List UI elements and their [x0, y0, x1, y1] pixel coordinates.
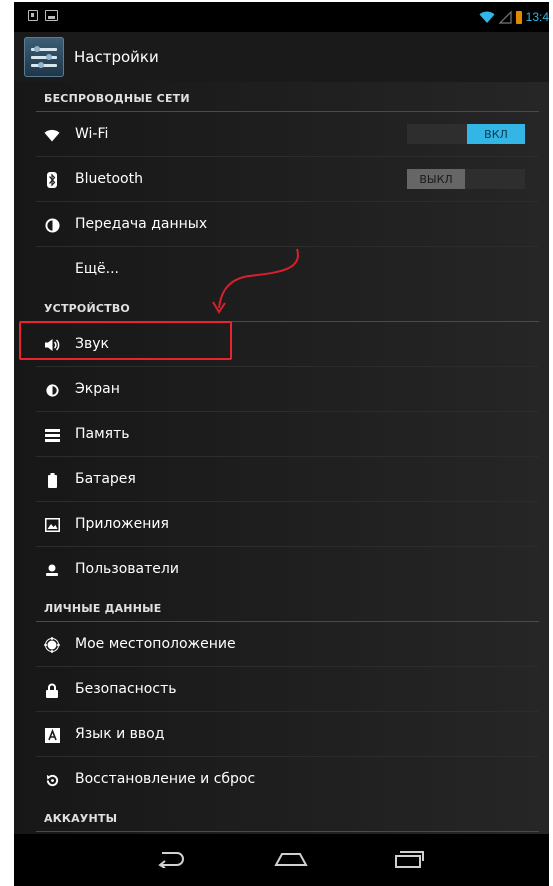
- wifi-toggle-state: ВКЛ: [467, 124, 525, 144]
- settings-item-label: Экран: [75, 381, 120, 397]
- settings-item-data-usage[interactable]: Передача данных: [14, 202, 549, 247]
- battery-icon: [515, 10, 522, 24]
- settings-item-label: Wi-Fi: [75, 126, 109, 142]
- settings-item-battery[interactable]: Батарея: [14, 457, 549, 502]
- home-button[interactable]: [274, 846, 308, 872]
- settings-item-label: Батарея: [75, 471, 136, 487]
- brightness-icon: [44, 382, 60, 398]
- settings-item-label: Мое местоположение: [75, 636, 236, 652]
- settings-item-label: Приложения: [75, 516, 169, 532]
- recent-apps-icon: [395, 851, 424, 868]
- device-screen: 13:4 Настройки БЕСПРОВОДНЫЕ СЕТИ Wi-Fi В…: [14, 2, 549, 886]
- settings-item-more[interactable]: Ещё...: [14, 247, 549, 292]
- section-header-personal: ЛИЧНЫЕ ДАННЫЕ: [14, 592, 549, 622]
- wifi-signal-icon: [479, 11, 495, 23]
- settings-item-location[interactable]: Мое местоположение: [14, 622, 549, 667]
- speaker-icon: [44, 337, 60, 353]
- settings-item-users[interactable]: Пользователи: [14, 547, 549, 592]
- battery-icon: [44, 472, 60, 488]
- settings-item-label: Безопасность: [75, 681, 177, 697]
- lock-icon: [44, 682, 60, 698]
- settings-item-backup-reset[interactable]: Восстановление и сброс: [14, 757, 549, 802]
- navigation-bar: [14, 834, 549, 886]
- settings-item-storage[interactable]: Память: [14, 412, 549, 457]
- image-icon: [45, 10, 58, 21]
- recent-apps-button[interactable]: [392, 846, 426, 872]
- location-icon: [44, 637, 60, 653]
- settings-item-label: Пользователи: [75, 561, 179, 577]
- settings-item-label: Bluetooth: [75, 171, 143, 187]
- user-icon: [44, 562, 60, 578]
- section-header-accounts: АККАУНТЫ: [14, 802, 549, 832]
- bluetooth-icon: [44, 172, 60, 188]
- wifi-toggle[interactable]: ВКЛ: [407, 124, 525, 144]
- settings-sliders-icon[interactable]: [24, 37, 64, 77]
- settings-item-label: Передача данных: [75, 216, 208, 232]
- status-indicators: 13:4: [479, 9, 549, 25]
- settings-list: БЕСПРОВОДНЫЕ СЕТИ Wi-Fi ВКЛ Bluetooth ВЫ…: [14, 82, 549, 834]
- status-bar: 13:4: [14, 2, 549, 32]
- back-button[interactable]: [154, 846, 188, 872]
- cell-signal-icon: [498, 10, 512, 24]
- language-icon: [44, 727, 60, 743]
- bluetooth-toggle[interactable]: ВЫКЛ: [407, 169, 525, 189]
- sim-card-icon: [28, 10, 38, 21]
- restore-icon: [44, 772, 60, 788]
- action-bar: Настройки: [14, 32, 549, 82]
- storage-icon: [44, 427, 60, 443]
- settings-item-label: Ещё...: [75, 261, 119, 277]
- settings-item-label: Память: [75, 426, 130, 442]
- data-usage-icon: [44, 217, 60, 233]
- wifi-icon: [44, 127, 60, 143]
- settings-item-label: Звук: [75, 336, 109, 352]
- page-title: Настройки: [74, 48, 159, 66]
- settings-item-display[interactable]: Экран: [14, 367, 549, 412]
- apps-icon: [44, 517, 60, 533]
- settings-item-security[interactable]: Безопасность: [14, 667, 549, 712]
- settings-item-sound[interactable]: Звук: [14, 322, 549, 367]
- clock: 13:4: [525, 10, 549, 24]
- back-icon: [158, 852, 184, 868]
- settings-item-label: Язык и ввод: [75, 726, 165, 742]
- settings-item-label: Восстановление и сброс: [75, 771, 256, 787]
- settings-item-apps[interactable]: Приложения: [14, 502, 549, 547]
- bluetooth-toggle-state: ВЫКЛ: [407, 169, 465, 189]
- settings-item-bluetooth[interactable]: Bluetooth ВЫКЛ: [14, 157, 549, 202]
- home-icon: [274, 853, 308, 866]
- section-header-wireless: БЕСПРОВОДНЫЕ СЕТИ: [14, 82, 549, 112]
- section-header-device: УСТРОЙСТВО: [14, 292, 549, 322]
- settings-item-language[interactable]: Язык и ввод: [14, 712, 549, 757]
- settings-item-wifi[interactable]: Wi-Fi ВКЛ: [14, 112, 549, 157]
